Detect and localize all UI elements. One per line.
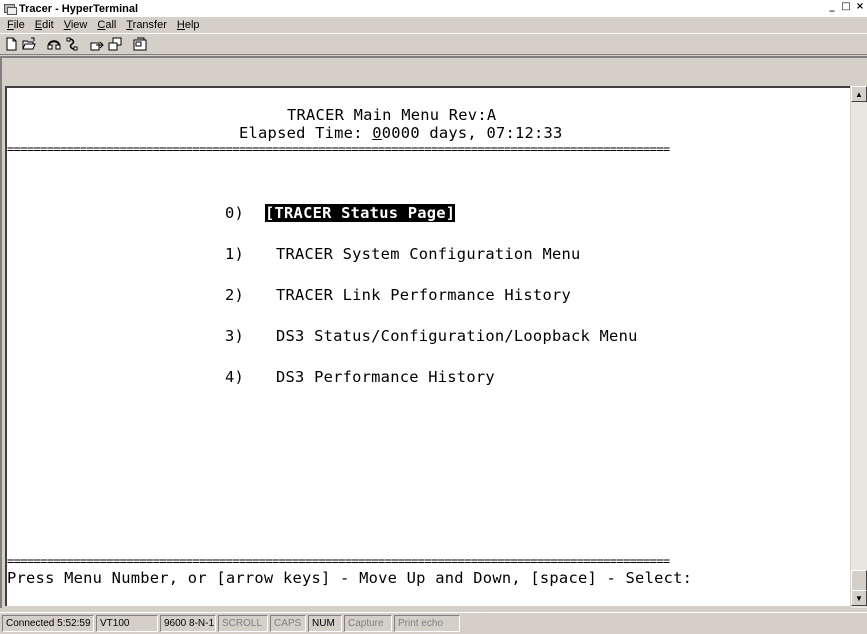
menu-number: 2) — [225, 286, 245, 304]
receive-icon[interactable] — [106, 36, 124, 53]
scroll-down-icon[interactable]: ▼ — [851, 590, 867, 606]
port-settings: 9600 8-N-1 — [160, 615, 216, 632]
menu-view[interactable]: View — [64, 19, 88, 31]
menu-item-ds3-status-configuration[interactable]: DS3 Status/Configuration/Loopback Menu — [276, 327, 638, 345]
menu-number: 0) — [225, 204, 245, 222]
menu-help[interactable]: Help — [177, 19, 200, 31]
menu-edit[interactable]: Edit — [35, 19, 54, 31]
scroll-up-icon[interactable]: ▲ — [851, 86, 867, 102]
menu-number: 3) — [225, 327, 245, 345]
minimize-button[interactable]: _ — [825, 1, 839, 14]
separator-bottom: ========================================… — [7, 554, 670, 568]
menu-title: TRACER Main Menu Rev:A — [287, 106, 497, 124]
properties-icon[interactable] — [131, 36, 149, 53]
menu-item-link-performance-history[interactable]: TRACER Link Performance History — [276, 286, 571, 304]
toolbar — [0, 33, 867, 55]
connection-time: Connected 5:52:59 — [2, 615, 94, 632]
title-bar: Tracer - HyperTerminal _ □ × — [0, 0, 867, 17]
emulation-type: VT100 — [96, 615, 158, 632]
menu-bar: File Edit View Call Transfer Help — [0, 17, 867, 33]
open-icon[interactable] — [20, 36, 38, 53]
menu-number: 1) — [225, 245, 245, 263]
menu-item-tracer-status[interactable]: [TRACER Status Page] — [265, 204, 456, 222]
menu-transfer[interactable]: Transfer — [126, 19, 167, 31]
status-bar: Connected 5:52:59 VT100 9600 8-N-1 SCROL… — [0, 612, 867, 634]
menu-item-ds3-performance-history[interactable]: DS3 Performance History — [276, 368, 495, 386]
separator-top: ========================================… — [7, 142, 670, 156]
terminal-screen[interactable]: TRACER Main Menu Rev:A Elapsed Time: 000… — [5, 86, 850, 606]
num-indicator: NUM — [308, 615, 342, 632]
caps-indicator: CAPS — [270, 615, 306, 632]
menu-file[interactable]: File — [7, 19, 25, 31]
disconnect-icon[interactable] — [63, 36, 81, 53]
print-echo-indicator: Print echo — [394, 615, 460, 632]
window-title: Tracer - HyperTerminal — [19, 2, 139, 15]
new-icon[interactable] — [2, 36, 20, 53]
window-controls: _ □ × — [825, 1, 867, 14]
connect-icon[interactable] — [45, 36, 63, 53]
hyperterminal-app-icon[interactable] — [3, 3, 17, 15]
capture-indicator: Capture — [344, 615, 392, 632]
maximize-button[interactable]: □ — [839, 1, 853, 14]
menu-item-system-configuration[interactable]: TRACER System Configuration Menu — [276, 245, 581, 263]
send-icon[interactable] — [88, 36, 106, 53]
prompt-line: Press Menu Number, or [arrow keys] - Mov… — [7, 569, 693, 587]
close-button[interactable]: × — [853, 1, 867, 14]
vertical-scrollbar[interactable]: ▲ ▼ — [851, 86, 867, 608]
scroll-indicator: SCROLL — [218, 615, 268, 632]
client-area: TRACER Main Menu Rev:A Elapsed Time: 000… — [0, 56, 867, 608]
menu-call[interactable]: Call — [97, 19, 116, 31]
menu-number: 4) — [225, 368, 245, 386]
